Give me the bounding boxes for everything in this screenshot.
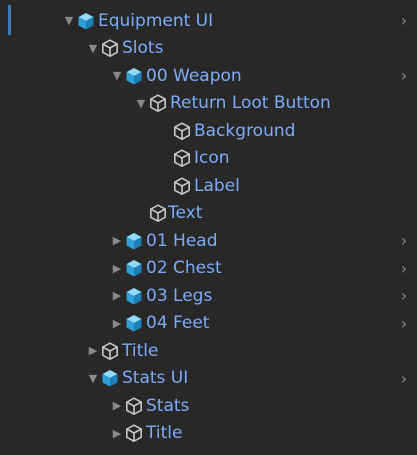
fold-arrow-expanded-icon[interactable]: ▼ xyxy=(134,96,148,110)
tree-item-label: Equipment UI xyxy=(98,10,214,31)
gameobject-cube-icon xyxy=(172,148,192,168)
tree-item-label: Text xyxy=(168,203,203,224)
fold-arrow-collapsed-icon[interactable]: ▶ xyxy=(110,426,124,440)
fold-arrow-collapsed-icon[interactable]: ▶ xyxy=(86,344,100,358)
fold-arrow-collapsed-icon[interactable]: ▶ xyxy=(110,399,124,413)
tree-item-label: Title xyxy=(146,423,183,444)
tree-item-label-object[interactable]: Label xyxy=(0,172,417,200)
open-prefab-arrow-icon[interactable]: › xyxy=(399,231,409,250)
tree-item-label: Title xyxy=(122,340,159,361)
prefab-cube-icon xyxy=(76,11,96,31)
prefab-cube-icon xyxy=(124,258,144,278)
fold-arrow-expanded-icon[interactable]: ▼ xyxy=(86,371,100,385)
tree-item-label: Slots xyxy=(122,38,164,59)
tree-item-label: Background xyxy=(194,120,296,141)
fold-arrow-collapsed-icon[interactable]: ▶ xyxy=(110,316,124,330)
tree-item-stats-title[interactable]: ▶ Title xyxy=(0,420,417,448)
tree-item-label: Stats xyxy=(146,395,190,416)
open-prefab-arrow-icon[interactable]: › xyxy=(399,369,409,388)
open-prefab-arrow-icon[interactable]: › xyxy=(399,11,409,30)
gameobject-cube-icon xyxy=(100,341,120,361)
prefab-cube-icon xyxy=(124,286,144,306)
tree-item-label: 03 Legs xyxy=(146,285,213,306)
tree-item-label: 04 Feet xyxy=(146,313,210,334)
tree-item-label: Return Loot Button xyxy=(170,93,331,114)
tree-item-stats-ui[interactable]: ▼ Stats UI › xyxy=(0,365,417,393)
prefab-cube-icon xyxy=(124,66,144,86)
tree-item-label: Icon xyxy=(194,148,230,169)
tree-item-label: 02 Chest xyxy=(146,258,222,279)
fold-arrow-collapsed-icon[interactable]: ▶ xyxy=(110,261,124,275)
tree-item-background[interactable]: Background xyxy=(0,117,417,145)
open-prefab-arrow-icon[interactable]: › xyxy=(399,259,409,278)
tree-item-title[interactable]: ▶ Title xyxy=(0,337,417,365)
fold-arrow-expanded-icon[interactable]: ▼ xyxy=(62,14,76,28)
gameobject-cube-icon xyxy=(100,38,120,58)
prefab-cube-icon xyxy=(124,231,144,251)
gameobject-cube-icon xyxy=(124,396,144,416)
tree-item-label: 00 Weapon xyxy=(146,65,242,86)
fold-arrow-expanded-icon[interactable]: ▼ xyxy=(110,69,124,83)
tree-item-label: Label xyxy=(194,175,240,196)
prefab-cube-icon xyxy=(100,368,120,388)
fold-arrow-expanded-icon[interactable]: ▼ xyxy=(86,41,100,55)
tree-item-00-weapon[interactable]: ▼ 00 Weapon › xyxy=(0,62,417,90)
tree-item-label: Stats UI xyxy=(122,368,189,389)
gameobject-cube-icon xyxy=(172,121,192,141)
hierarchy-tree: ▼ Equipment UI › ▼ Slots ▼ 00 Weapon › ▼… xyxy=(0,7,417,447)
tree-item-icon[interactable]: Icon xyxy=(0,145,417,173)
open-prefab-arrow-icon[interactable]: › xyxy=(399,66,409,85)
open-prefab-arrow-icon[interactable]: › xyxy=(399,286,409,305)
tree-item-01-head[interactable]: ▶ 01 Head › xyxy=(0,227,417,255)
gameobject-cube-icon xyxy=(172,176,192,196)
fold-arrow-collapsed-icon[interactable]: ▶ xyxy=(110,289,124,303)
gameobject-cube-icon xyxy=(148,93,168,113)
gameobject-cube-icon xyxy=(124,423,144,443)
gameobject-cube-icon xyxy=(148,203,168,223)
open-prefab-arrow-icon[interactable]: › xyxy=(399,314,409,333)
tree-item-stats[interactable]: ▶ Stats xyxy=(0,392,417,420)
tree-item-label: 01 Head xyxy=(146,230,218,251)
prefab-cube-icon xyxy=(124,313,144,333)
tree-item-return-loot-button[interactable]: ▼ Return Loot Button xyxy=(0,90,417,118)
hierarchy-panel: ▼ Equipment UI › ▼ Slots ▼ 00 Weapon › ▼… xyxy=(0,0,417,455)
tree-item-02-chest[interactable]: ▶ 02 Chest › xyxy=(0,255,417,283)
fold-arrow-collapsed-icon[interactable]: ▶ xyxy=(110,234,124,248)
tree-item-text[interactable]: Text xyxy=(0,200,417,228)
tree-item-04-feet[interactable]: ▶ 04 Feet › xyxy=(0,310,417,338)
tree-item-slots[interactable]: ▼ Slots xyxy=(0,35,417,63)
tree-item-equipment-ui[interactable]: ▼ Equipment UI › xyxy=(0,7,417,35)
tree-item-03-legs[interactable]: ▶ 03 Legs › xyxy=(0,282,417,310)
